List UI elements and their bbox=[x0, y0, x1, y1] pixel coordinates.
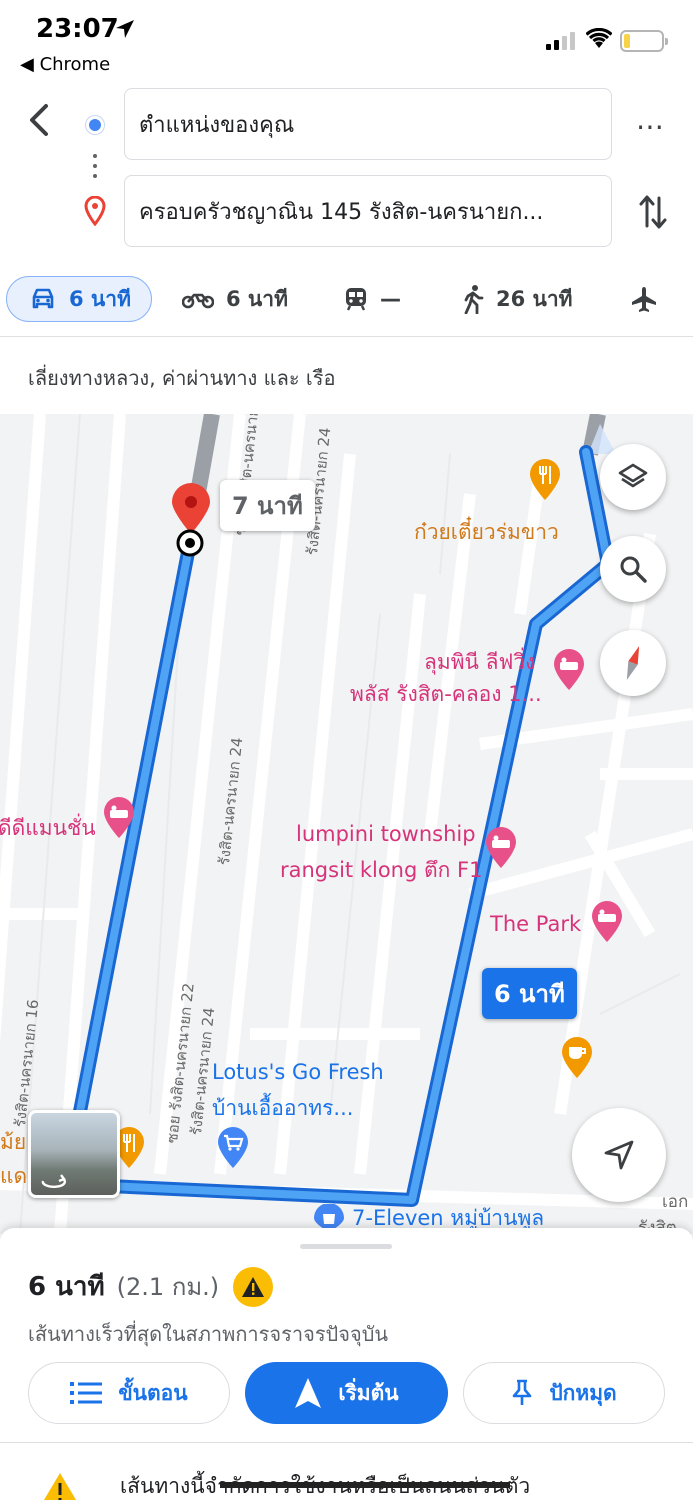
hotel-poi-icon[interactable] bbox=[102, 796, 136, 840]
battery-icon bbox=[620, 30, 668, 52]
travel-mode-tabs: 6 นาที 6 นาที — 26 นาที bbox=[0, 272, 693, 326]
tab-driving[interactable]: 6 นาที bbox=[6, 276, 152, 322]
place-label-lotus[interactable]: Lotus's Go Fresh bbox=[212, 1060, 384, 1084]
place-label-lumpini-living-2[interactable]: พลัส รังสิต-คลอง 1... bbox=[350, 678, 542, 711]
route-options-text[interactable]: เลี่ยงทางหลวง, ค่าผ่านทาง และ เรือ bbox=[28, 362, 336, 394]
route-summary-sheet: 6 นาที (2.1 กม.) เส้นทางเร็วที่สุดในสภาพ… bbox=[0, 1228, 693, 1500]
navigation-start-icon bbox=[295, 1378, 322, 1408]
motorcycle-icon bbox=[182, 293, 214, 309]
layers-icon bbox=[618, 463, 648, 488]
cafe-poi-icon[interactable] bbox=[560, 1036, 594, 1080]
street-view-thumbnail[interactable] bbox=[28, 1110, 120, 1198]
shopping-poi-icon[interactable] bbox=[216, 1126, 250, 1170]
compass-button[interactable] bbox=[600, 630, 666, 696]
place-label-township-2[interactable]: rangsit klong ตึก F1 bbox=[280, 854, 482, 887]
tab-motorcycle[interactable]: 6 นาที bbox=[182, 276, 288, 322]
steps-button[interactable]: ขั้นตอน bbox=[28, 1362, 230, 1424]
hotel-poi-icon[interactable] bbox=[590, 900, 624, 944]
motorcycle-time: 6 นาที bbox=[226, 286, 288, 311]
place-label-the-park[interactable]: The Park bbox=[490, 912, 581, 936]
walk-icon bbox=[464, 285, 484, 314]
alt-route-time-bubble[interactable]: 7 นาที bbox=[220, 480, 315, 531]
clock: 23:07 bbox=[36, 14, 119, 44]
navigation-arrow-icon bbox=[604, 1140, 634, 1170]
selected-route-time-bubble[interactable]: 6 นาที bbox=[482, 968, 577, 1019]
transit-icon bbox=[346, 288, 366, 311]
my-location-button[interactable] bbox=[572, 1108, 666, 1202]
list-icon bbox=[70, 1382, 103, 1404]
pushpin-icon bbox=[513, 1379, 532, 1405]
destination-input[interactable]: ครอบครัวชญาณิน 145 รังสิต-นครนายก... bbox=[124, 175, 612, 247]
transit-time: — bbox=[380, 287, 401, 311]
place-label-edge: ม้ย bbox=[0, 1130, 27, 1154]
start-button[interactable]: เริ่มต้น bbox=[245, 1362, 448, 1424]
tab-walking[interactable]: 26 นาที bbox=[462, 276, 573, 322]
hotel-poi-icon[interactable] bbox=[484, 826, 518, 870]
place-label-edge: แด bbox=[0, 1164, 28, 1188]
search-icon bbox=[620, 556, 647, 583]
cellular-signal-icon bbox=[546, 32, 575, 50]
map-view[interactable]: ซอย รังสิต-นครนายก รังสิต-นครนายก 24 รัง… bbox=[0, 414, 693, 1234]
tab-transit[interactable]: — bbox=[344, 276, 401, 322]
place-label-lotus-2[interactable]: บ้านเอื้ออาทร... bbox=[212, 1092, 353, 1125]
pin-button[interactable]: ปักหมุด bbox=[463, 1362, 665, 1424]
compass-icon bbox=[626, 646, 640, 680]
place-label-mansion[interactable]: ดีดีแมนชั่น bbox=[0, 812, 96, 845]
driving-time: 6 นาที bbox=[69, 286, 131, 311]
origin-marker-icon bbox=[176, 529, 204, 557]
tab-flight[interactable] bbox=[630, 276, 670, 322]
steps-label: ขั้นตอน bbox=[118, 1380, 188, 1405]
place-label-noodle[interactable]: ก๋วยเตี๋ยวร่มขาว bbox=[414, 516, 559, 549]
back-to-chrome-link[interactable]: ◀ Chrome bbox=[20, 54, 110, 75]
wifi-icon bbox=[586, 28, 612, 48]
car-icon bbox=[32, 288, 54, 309]
route-duration: 6 นาที bbox=[28, 1272, 105, 1302]
status-bar: 23:07 ◀ Chrome bbox=[0, 0, 693, 80]
hotel-poi-icon[interactable] bbox=[552, 648, 586, 692]
redaction-bar bbox=[220, 1482, 510, 1488]
start-label: เริ่มต้น bbox=[338, 1380, 399, 1405]
divider bbox=[0, 1442, 693, 1443]
route-distance: (2.1 กม.) bbox=[116, 1273, 220, 1301]
warning-icon[interactable] bbox=[233, 1266, 274, 1307]
origin-dot-icon bbox=[86, 116, 104, 134]
place-label-township[interactable]: lumpini township bbox=[296, 822, 476, 846]
layers-button[interactable] bbox=[600, 444, 666, 510]
street-view-rotate-icon bbox=[41, 1174, 67, 1188]
swap-icon[interactable] bbox=[638, 192, 668, 232]
pin-label: ปักหมุด bbox=[549, 1380, 617, 1405]
restaurant-poi-icon[interactable] bbox=[528, 458, 562, 502]
route-dots-icon bbox=[93, 154, 97, 184]
route-summary: 6 นาที (2.1 กม.) bbox=[28, 1266, 274, 1307]
warning-icon bbox=[43, 1473, 77, 1500]
route-warning-row[interactable]: เส้นทางนี้จำกัดการใช้งานหรือเป็นถนนส่วนต… bbox=[40, 1468, 680, 1500]
location-arrow-icon bbox=[116, 20, 134, 38]
route-description: เส้นทางเร็วที่สุดในสภาพการจราจรปัจจุบัน bbox=[28, 1322, 389, 1346]
destination-pin-icon bbox=[84, 196, 106, 226]
more-options-icon[interactable]: ⋯ bbox=[636, 110, 665, 143]
walking-time: 26 นาที bbox=[496, 286, 573, 311]
back-arrow-icon[interactable] bbox=[22, 100, 58, 140]
search-map-button[interactable] bbox=[600, 536, 666, 602]
origin-input[interactable]: ตำแหน่งของคุณ bbox=[124, 88, 612, 160]
divider bbox=[0, 336, 693, 337]
flight-icon bbox=[632, 287, 656, 312]
place-label-edge: เอก bbox=[662, 1192, 689, 1212]
sheet-drag-handle[interactable] bbox=[300, 1244, 392, 1249]
place-label-lumpini-living[interactable]: ลุมพินี ลีฟวิ่ง bbox=[424, 646, 535, 679]
